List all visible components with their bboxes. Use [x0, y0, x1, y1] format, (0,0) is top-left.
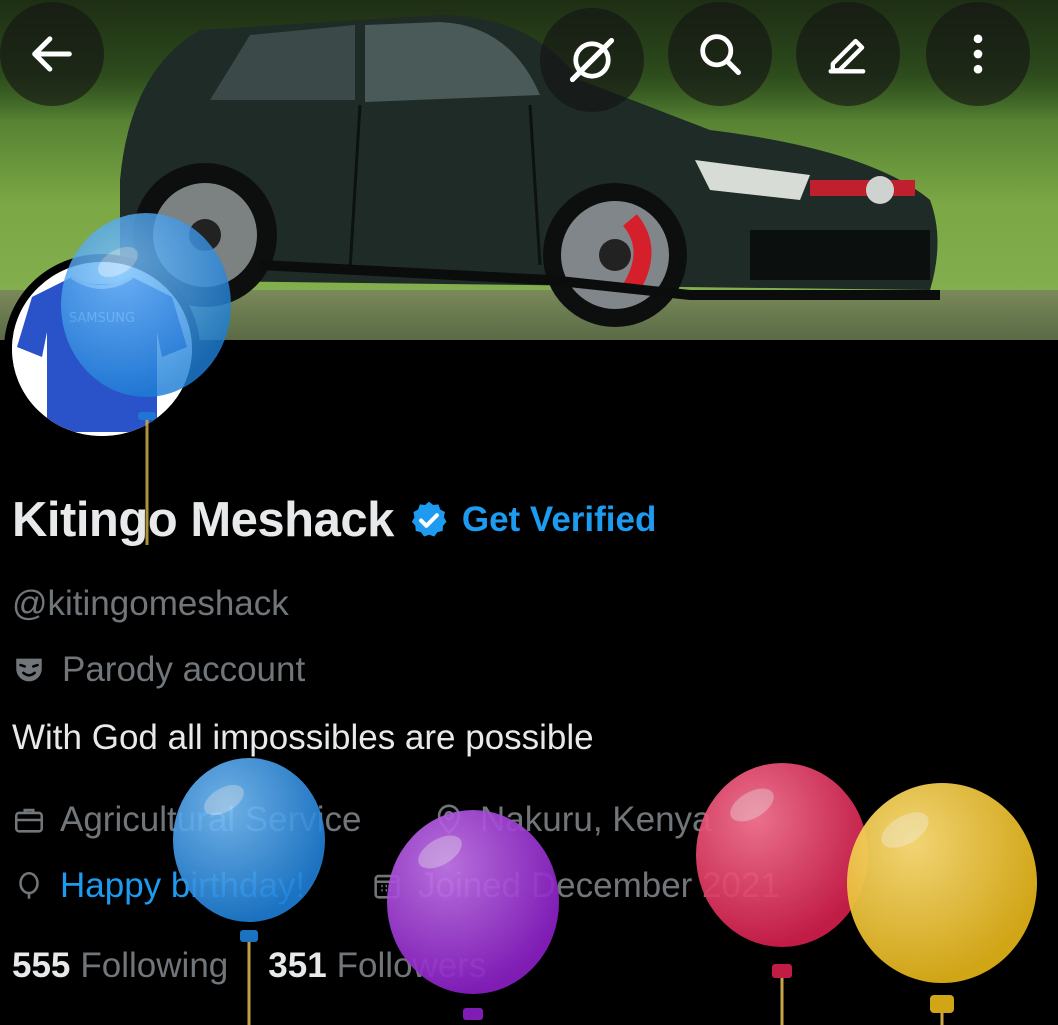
- more-vertical-icon: [973, 34, 983, 74]
- briefcase-icon: [14, 808, 44, 833]
- edit-button[interactable]: [796, 2, 900, 106]
- followers-label: Followers: [336, 946, 487, 985]
- followers-count: 351: [268, 946, 327, 985]
- back-arrow-icon: [32, 36, 72, 72]
- parody-text: Parody account: [62, 650, 306, 689]
- following-count: 555: [12, 946, 71, 985]
- verified-badge-icon[interactable]: [408, 499, 450, 541]
- get-verified-link[interactable]: Get Verified: [462, 500, 657, 540]
- search-icon: [700, 34, 742, 76]
- shirt-sponsor-text: SAMSUNG: [69, 311, 135, 326]
- joined-text: Joined December 2021: [418, 866, 780, 905]
- follow-counts: 555 Following 351 Followers: [12, 946, 526, 986]
- grok-icon: [569, 37, 615, 83]
- mask-icon: [16, 658, 42, 682]
- profile-name-row: Kitingo Meshack Get Verified: [12, 488, 656, 552]
- location-pin-icon: [437, 804, 461, 835]
- avatar-shirt-image: SAMSUNG: [12, 262, 192, 436]
- profile-handle: @kitingomeshack: [12, 584, 289, 623]
- birthday-text[interactable]: Happy birthday!: [60, 866, 305, 906]
- birthday-item: Happy birthday!: [12, 866, 305, 906]
- balloon-purple: [387, 810, 559, 1020]
- profession-item: Agricultural Service: [12, 800, 362, 840]
- avatar[interactable]: SAMSUNG: [12, 262, 192, 436]
- location-item: Nakuru, Kenya: [432, 800, 712, 840]
- balloon-icon: [19, 871, 39, 899]
- grok-button[interactable]: [540, 8, 644, 112]
- calendar-icon: [374, 874, 400, 899]
- joined-item: Joined December 2021: [370, 866, 780, 906]
- profile-name: Kitingo Meshack: [12, 493, 394, 547]
- edit-icon: [828, 38, 866, 74]
- following-label: Following: [80, 946, 229, 985]
- search-button[interactable]: [668, 2, 772, 106]
- profession-text[interactable]: Agricultural Service: [60, 800, 362, 840]
- followers-link[interactable]: 351 Followers: [268, 946, 486, 986]
- back-button[interactable]: [0, 2, 104, 106]
- parody-label: Parody account: [12, 650, 305, 690]
- location-text: Nakuru, Kenya: [480, 800, 712, 839]
- more-options-button[interactable]: [926, 2, 1030, 106]
- profile-bio: With God all impossibles are possible: [12, 718, 594, 757]
- following-link[interactable]: 555 Following: [12, 946, 228, 986]
- balloon-yellow: [847, 783, 1037, 1025]
